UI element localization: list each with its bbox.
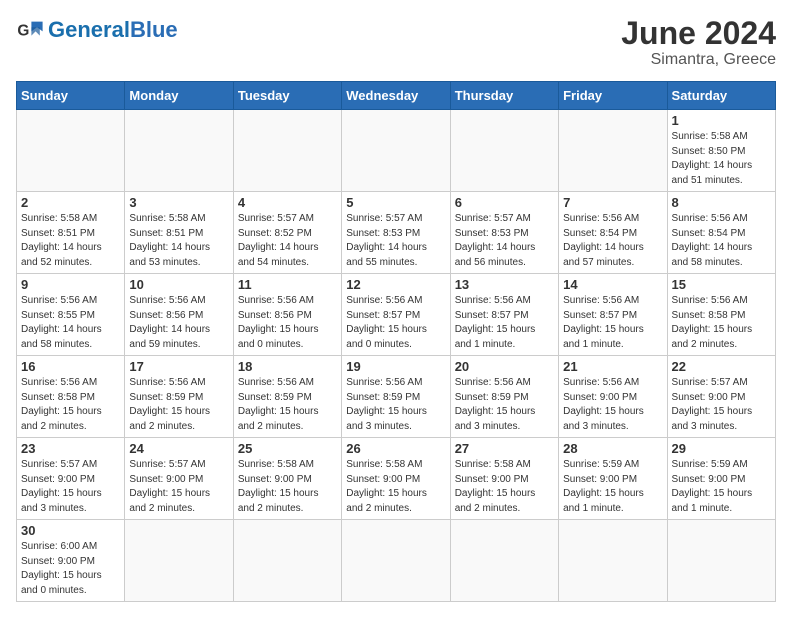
header-saturday: Saturday: [667, 82, 775, 110]
day-5: 5 Sunrise: 5:57 AMSunset: 8:53 PMDayligh…: [342, 192, 450, 274]
day-17: 17 Sunrise: 5:56 AMSunset: 8:59 PMDaylig…: [125, 356, 233, 438]
page-header: G GeneralBlue June 2024 Simantra, Greece: [16, 16, 776, 69]
day-14: 14 Sunrise: 5:56 AMSunset: 8:57 PMDaylig…: [559, 274, 667, 356]
day-16: 16 Sunrise: 5:56 AMSunset: 8:58 PMDaylig…: [17, 356, 125, 438]
day-27: 27 Sunrise: 5:58 AMSunset: 9:00 PMDaylig…: [450, 438, 558, 520]
logo: G GeneralBlue: [16, 16, 178, 44]
empty-cell: [233, 110, 341, 192]
day-1-info: Sunrise: 5:58 AMSunset: 8:50 PMDaylight:…: [672, 130, 771, 188]
empty-cell: [17, 110, 125, 192]
title-block: June 2024 Simantra, Greece: [621, 16, 776, 69]
day-10: 10 Sunrise: 5:56 AMSunset: 8:56 PMDaylig…: [125, 274, 233, 356]
empty-cell: [450, 110, 558, 192]
day-24: 24 Sunrise: 5:57 AMSunset: 9:00 PMDaylig…: [125, 438, 233, 520]
empty-cell: [559, 110, 667, 192]
location: Simantra, Greece: [621, 51, 776, 69]
empty-cell: [450, 520, 558, 602]
empty-cell: [342, 520, 450, 602]
header-wednesday: Wednesday: [342, 82, 450, 110]
day-12: 12 Sunrise: 5:56 AMSunset: 8:57 PMDaylig…: [342, 274, 450, 356]
weekday-header-row: Sunday Monday Tuesday Wednesday Thursday…: [17, 82, 776, 110]
day-22: 22 Sunrise: 5:57 AMSunset: 9:00 PMDaylig…: [667, 356, 775, 438]
day-29: 29 Sunrise: 5:59 AMSunset: 9:00 PMDaylig…: [667, 438, 775, 520]
day-30: 30 Sunrise: 6:00 AMSunset: 9:00 PMDaylig…: [17, 520, 125, 602]
day-15: 15 Sunrise: 5:56 AMSunset: 8:58 PMDaylig…: [667, 274, 775, 356]
day-1: 1 Sunrise: 5:58 AMSunset: 8:50 PMDayligh…: [667, 110, 775, 192]
day-8: 8 Sunrise: 5:56 AMSunset: 8:54 PMDayligh…: [667, 192, 775, 274]
day-13: 13 Sunrise: 5:56 AMSunset: 8:57 PMDaylig…: [450, 274, 558, 356]
empty-cell: [233, 520, 341, 602]
week-row-3: 9 Sunrise: 5:56 AMSunset: 8:55 PMDayligh…: [17, 274, 776, 356]
header-tuesday: Tuesday: [233, 82, 341, 110]
header-friday: Friday: [559, 82, 667, 110]
day-20: 20 Sunrise: 5:56 AMSunset: 8:59 PMDaylig…: [450, 356, 558, 438]
week-row-6: 30 Sunrise: 6:00 AMSunset: 9:00 PMDaylig…: [17, 520, 776, 602]
day-9: 9 Sunrise: 5:56 AMSunset: 8:55 PMDayligh…: [17, 274, 125, 356]
day-28: 28 Sunrise: 5:59 AMSunset: 9:00 PMDaylig…: [559, 438, 667, 520]
day-23: 23 Sunrise: 5:57 AMSunset: 9:00 PMDaylig…: [17, 438, 125, 520]
day-3: 3 Sunrise: 5:58 AMSunset: 8:51 PMDayligh…: [125, 192, 233, 274]
week-row-1: 1 Sunrise: 5:58 AMSunset: 8:50 PMDayligh…: [17, 110, 776, 192]
header-sunday: Sunday: [17, 82, 125, 110]
day-2: 2 Sunrise: 5:58 AMSunset: 8:51 PMDayligh…: [17, 192, 125, 274]
day-18: 18 Sunrise: 5:56 AMSunset: 8:59 PMDaylig…: [233, 356, 341, 438]
empty-cell: [342, 110, 450, 192]
calendar-table: Sunday Monday Tuesday Wednesday Thursday…: [16, 81, 776, 602]
logo-icon: G: [16, 16, 44, 44]
day-7: 7 Sunrise: 5:56 AMSunset: 8:54 PMDayligh…: [559, 192, 667, 274]
week-row-5: 23 Sunrise: 5:57 AMSunset: 9:00 PMDaylig…: [17, 438, 776, 520]
day-6: 6 Sunrise: 5:57 AMSunset: 8:53 PMDayligh…: [450, 192, 558, 274]
day-26: 26 Sunrise: 5:58 AMSunset: 9:00 PMDaylig…: [342, 438, 450, 520]
week-row-4: 16 Sunrise: 5:56 AMSunset: 8:58 PMDaylig…: [17, 356, 776, 438]
day-4: 4 Sunrise: 5:57 AMSunset: 8:52 PMDayligh…: [233, 192, 341, 274]
day-25: 25 Sunrise: 5:58 AMSunset: 9:00 PMDaylig…: [233, 438, 341, 520]
empty-cell: [667, 520, 775, 602]
week-row-2: 2 Sunrise: 5:58 AMSunset: 8:51 PMDayligh…: [17, 192, 776, 274]
svg-text:G: G: [17, 23, 29, 40]
day-11: 11 Sunrise: 5:56 AMSunset: 8:56 PMDaylig…: [233, 274, 341, 356]
empty-cell: [559, 520, 667, 602]
empty-cell: [125, 520, 233, 602]
header-monday: Monday: [125, 82, 233, 110]
day-19: 19 Sunrise: 5:56 AMSunset: 8:59 PMDaylig…: [342, 356, 450, 438]
empty-cell: [125, 110, 233, 192]
header-thursday: Thursday: [450, 82, 558, 110]
day-21: 21 Sunrise: 5:56 AMSunset: 9:00 PMDaylig…: [559, 356, 667, 438]
logo-text: GeneralBlue: [48, 19, 178, 41]
month-title: June 2024: [621, 16, 776, 51]
